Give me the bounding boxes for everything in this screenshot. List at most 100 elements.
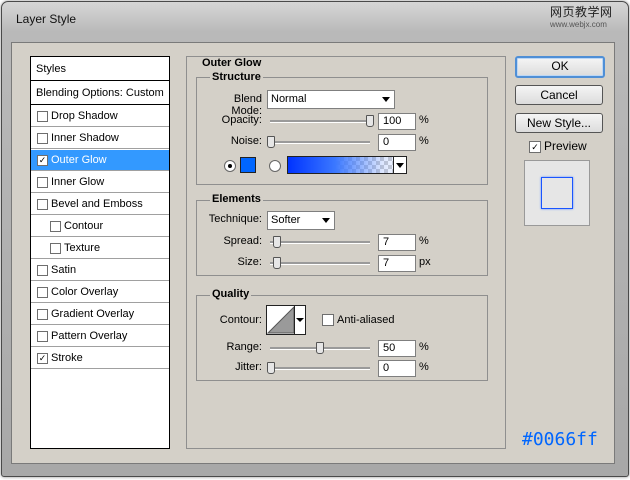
dialog-window: Layer Style 网页教学网 www.webjx.com Styles B… bbox=[1, 1, 629, 477]
stroke-checkbox[interactable]: ✓ bbox=[37, 353, 48, 364]
contour-label: Contour: bbox=[219, 314, 262, 326]
preview-square bbox=[541, 177, 573, 209]
watermark-url: www.webjx.com bbox=[550, 20, 607, 29]
outer-glow-checkbox[interactable]: ✓ bbox=[37, 155, 48, 166]
styles-header[interactable]: Styles bbox=[31, 57, 169, 81]
ok-button[interactable]: OK bbox=[515, 56, 605, 78]
jitter-input[interactable]: 0 bbox=[378, 360, 416, 377]
size-label: Size: bbox=[237, 256, 262, 268]
technique-select[interactable]: Softer bbox=[267, 211, 335, 230]
inner-shadow-checkbox[interactable] bbox=[37, 133, 48, 144]
chevron-down-icon[interactable] bbox=[393, 157, 406, 173]
style-item-bevel-emboss[interactable]: Bevel and Emboss bbox=[31, 194, 169, 215]
texture-checkbox[interactable] bbox=[50, 243, 61, 254]
jitter-unit: % bbox=[419, 361, 429, 373]
style-item-label: Pattern Overlay bbox=[51, 330, 128, 342]
technique-value: Softer bbox=[271, 214, 301, 226]
color-overlay-checkbox[interactable] bbox=[37, 287, 48, 298]
contour-dropdown[interactable] bbox=[294, 306, 305, 334]
style-item-color-overlay[interactable]: Color Overlay bbox=[31, 282, 169, 303]
style-item-inner-glow[interactable]: Inner Glow bbox=[31, 172, 169, 193]
hex-color-label: #0066ff bbox=[522, 429, 598, 450]
noise-slider-track[interactable] bbox=[270, 141, 370, 144]
style-item-label: Bevel and Emboss bbox=[51, 198, 143, 210]
style-item-satin[interactable]: Satin bbox=[31, 260, 169, 281]
range-slider-thumb[interactable] bbox=[316, 342, 324, 354]
blending-options-label: Blending Options: Custom bbox=[36, 87, 164, 99]
opacity-input[interactable]: 100 bbox=[378, 113, 416, 130]
bevel-emboss-checkbox[interactable] bbox=[37, 199, 48, 210]
structure-title: Structure bbox=[210, 71, 263, 83]
chevron-down-icon bbox=[382, 97, 390, 102]
chevron-down-icon bbox=[296, 318, 304, 322]
preview-checkbox[interactable]: ✓ bbox=[529, 141, 541, 153]
style-item-inner-shadow[interactable]: Inner Shadow bbox=[31, 128, 169, 149]
spread-slider-thumb[interactable] bbox=[273, 236, 281, 248]
spread-label: Spread: bbox=[223, 235, 262, 247]
range-unit: % bbox=[419, 341, 429, 353]
style-item-label: Color Overlay bbox=[51, 286, 119, 298]
cancel-button[interactable]: Cancel bbox=[515, 85, 603, 105]
style-item-label: Contour bbox=[64, 220, 104, 232]
elements-title: Elements bbox=[210, 193, 263, 205]
styles-list: Styles Blending Options: Custom Drop Sha… bbox=[30, 56, 170, 449]
noise-input[interactable]: 0 bbox=[378, 134, 416, 151]
quality-title: Quality bbox=[210, 288, 252, 300]
size-input[interactable]: 7 bbox=[378, 255, 416, 272]
preview-label: Preview bbox=[544, 139, 587, 153]
panel-title: Outer Glow bbox=[202, 57, 262, 69]
technique-label: Technique: bbox=[208, 213, 262, 225]
title-bar[interactable]: Layer Style 网页教学网 www.webjx.com bbox=[2, 2, 628, 32]
watermark-text: 网页教学网 bbox=[550, 5, 613, 19]
opacity-slider-thumb[interactable] bbox=[366, 115, 374, 127]
style-item-label: Texture bbox=[64, 242, 101, 254]
style-item-stroke[interactable]: ✓ Stroke bbox=[31, 348, 169, 369]
glow-gradient-picker[interactable] bbox=[287, 156, 407, 174]
inner-glow-checkbox[interactable] bbox=[37, 177, 48, 188]
style-item-label: Satin bbox=[51, 264, 77, 276]
size-slider-thumb[interactable] bbox=[273, 257, 281, 269]
size-unit: px bbox=[419, 256, 431, 268]
contour-checkbox[interactable] bbox=[50, 221, 61, 232]
style-preview bbox=[524, 160, 590, 226]
blending-options-item[interactable]: Blending Options: Custom bbox=[31, 82, 169, 105]
solid-color-radio[interactable] bbox=[224, 160, 236, 172]
anti-aliased-checkbox[interactable] bbox=[322, 314, 334, 326]
glow-color-swatch[interactable] bbox=[240, 157, 256, 173]
size-slider-track[interactable] bbox=[270, 262, 370, 265]
style-item-label: Gradient Overlay bbox=[51, 308, 135, 320]
jitter-label: Jitter: bbox=[235, 361, 262, 373]
style-item-gradient-overlay[interactable]: Gradient Overlay bbox=[31, 304, 169, 325]
spread-slider-track[interactable] bbox=[270, 241, 370, 244]
style-item-pattern-overlay[interactable]: Pattern Overlay bbox=[31, 326, 169, 347]
style-item-texture[interactable]: Texture bbox=[31, 238, 169, 259]
style-item-outer-glow[interactable]: ✓ Outer Glow bbox=[31, 150, 169, 171]
spread-input[interactable]: 7 bbox=[378, 234, 416, 251]
noise-unit: % bbox=[419, 135, 429, 147]
noise-label: Noise: bbox=[230, 135, 262, 147]
styles-header-label: Styles bbox=[36, 63, 66, 75]
noise-slider-thumb[interactable] bbox=[267, 136, 275, 148]
dialog-content: Styles Blending Options: Custom Drop Sha… bbox=[11, 42, 615, 464]
opacity-label: Opacity: bbox=[221, 114, 262, 126]
style-item-drop-shadow[interactable]: Drop Shadow bbox=[31, 106, 169, 127]
style-item-contour[interactable]: Contour bbox=[31, 216, 169, 237]
gradient-overlay-checkbox[interactable] bbox=[37, 309, 48, 320]
style-item-label: Stroke bbox=[51, 352, 83, 364]
opacity-unit: % bbox=[419, 114, 429, 126]
pattern-overlay-checkbox[interactable] bbox=[37, 331, 48, 342]
opacity-slider-track[interactable] bbox=[270, 120, 370, 123]
range-input[interactable]: 50 bbox=[378, 340, 416, 357]
gradient-radio[interactable] bbox=[269, 160, 281, 172]
jitter-slider-track[interactable] bbox=[270, 367, 370, 370]
jitter-slider-thumb[interactable] bbox=[267, 362, 275, 374]
style-item-label: Outer Glow bbox=[51, 154, 107, 166]
contour-picker[interactable] bbox=[266, 305, 306, 335]
satin-checkbox[interactable] bbox=[37, 265, 48, 276]
style-item-label: Drop Shadow bbox=[51, 110, 118, 122]
contour-preview-icon bbox=[267, 306, 295, 334]
spread-unit: % bbox=[419, 235, 429, 247]
blend-mode-select[interactable]: Normal bbox=[267, 90, 395, 109]
new-style-button[interactable]: New Style... bbox=[515, 113, 603, 133]
drop-shadow-checkbox[interactable] bbox=[37, 111, 48, 122]
